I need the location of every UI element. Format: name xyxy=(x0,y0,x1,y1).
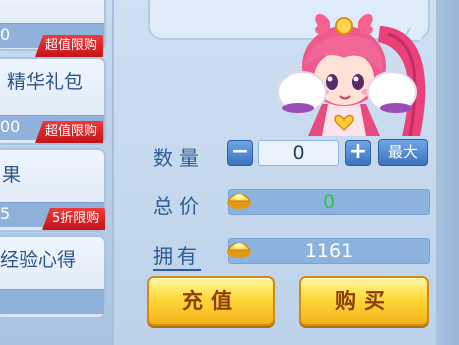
decrease-quantity-button[interactable]: − xyxy=(227,140,253,166)
increase-quantity-button[interactable]: + xyxy=(345,140,371,166)
promo-tag: 超值限购 xyxy=(35,35,104,57)
item-name: 精华礼包 xyxy=(7,71,84,93)
quantity-label: 数量 xyxy=(153,146,205,170)
character-mascot-image xyxy=(277,13,426,136)
quantity-input[interactable]: 0 xyxy=(258,140,339,166)
promo-tag: 5折限购 xyxy=(42,208,106,230)
item-name: 经验心得 xyxy=(0,249,77,271)
max-quantity-button[interactable]: 最大 xyxy=(378,139,428,166)
recharge-button-label: 充值 xyxy=(182,289,240,313)
total-price-field: 0 xyxy=(228,189,430,215)
item-price: 00 xyxy=(0,117,21,136)
item-price: 5 xyxy=(0,204,11,223)
game-shop-screen: 0 超值限购 精华礼包 00 超值限购 果 5 5折限购 经验心得 数量 − 0… xyxy=(0,0,459,345)
owned-field: 1161 xyxy=(228,238,430,264)
buy-button-label: 购买 xyxy=(335,289,393,313)
buy-button[interactable]: 购买 xyxy=(299,276,429,326)
promo-tag: 超值限购 xyxy=(35,121,104,143)
owned-value: 1161 xyxy=(304,240,354,262)
price-bar xyxy=(0,289,104,314)
gold-ingot-icon xyxy=(227,242,251,258)
shop-item-list[interactable]: 0 超值限购 精华礼包 00 超值限购 果 5 5折限购 经验心得 xyxy=(0,0,112,345)
owned-label: 拥有 xyxy=(153,240,201,271)
quantity-value: 0 xyxy=(292,142,305,164)
total-price-label: 总价 xyxy=(153,194,205,218)
item-name: 果 xyxy=(2,164,22,186)
panel-frame xyxy=(436,0,459,345)
shop-item-card[interactable]: 经验心得 xyxy=(0,235,106,319)
total-price-value: 0 xyxy=(322,191,336,213)
item-price: 0 xyxy=(0,25,11,44)
gold-ingot-icon xyxy=(227,193,251,209)
recharge-button[interactable]: 充值 xyxy=(147,276,275,326)
